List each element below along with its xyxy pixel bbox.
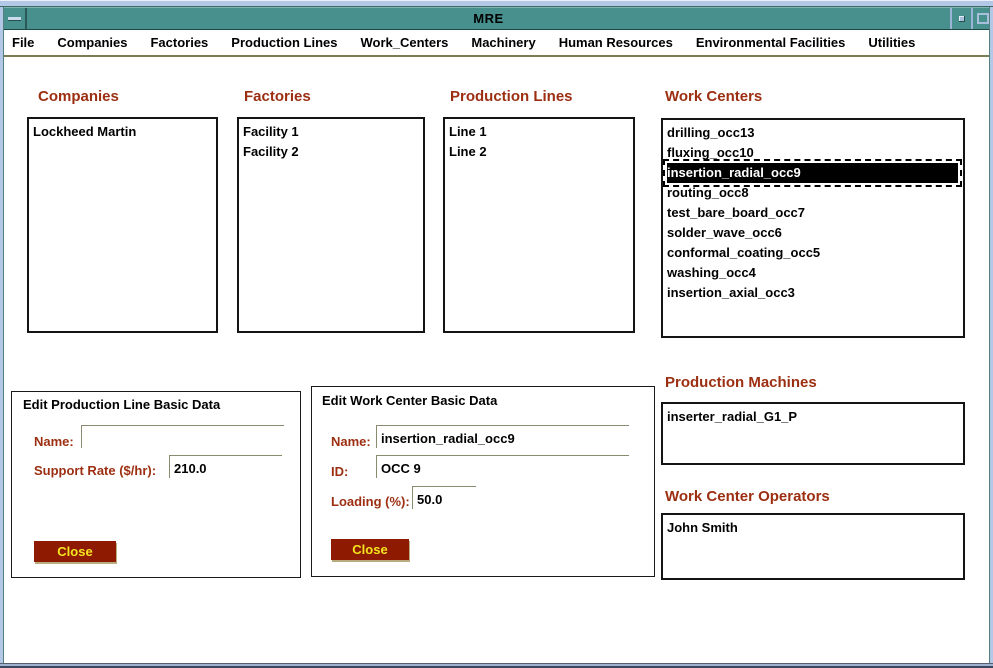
work-centers-list-item[interactable]: insertion_radial_occ9 [667,163,958,183]
factories-list: Facility 1Facility 2 [237,117,425,333]
menu-item[interactable]: Human Resources [559,35,673,50]
window-frame-right [989,7,993,663]
pl-name-input[interactable] [81,425,284,448]
main-content: Companies Factories Production Lines Wor… [4,57,989,663]
minimize-icon [959,16,965,22]
production-lines-list: Line 1Line 2 [443,117,635,333]
work-centers-list-item[interactable]: fluxing_occ10 [667,143,958,163]
work-center-operators-list: John Smith [661,513,965,580]
window-frame-bottom [0,663,993,668]
factories-list-item[interactable]: Facility 2 [243,142,418,162]
work-centers-list-item[interactable]: conformal_coating_occ5 [667,243,958,263]
companies-header: Companies [38,88,119,105]
work-centers-list-item[interactable]: routing_occ8 [667,183,958,203]
wc-name-label: Name: [331,434,371,449]
minimize-button[interactable] [950,8,971,29]
work-centers-list-item[interactable]: test_bare_board_occ7 [667,203,958,223]
production-machines-list: inserter_radial_G1_P [661,402,965,465]
window-menu-button[interactable] [4,8,27,29]
title-bar[interactable]: MRE [4,7,989,30]
menu-item[interactable]: Utilities [868,35,915,50]
work-centers-list-item[interactable]: solder_wave_occ6 [667,223,958,243]
work-centers-list: drilling_occ13fluxing_occ10insertion_rad… [661,118,965,338]
maximize-icon [977,13,989,24]
wc-id-input[interactable] [376,455,629,478]
pl-close-button[interactable]: Close [34,541,116,562]
edit-production-line-title: Edit Production Line Basic Data [23,397,220,412]
wc-close-button[interactable]: Close [331,539,409,560]
pl-name-label: Name: [34,434,74,449]
work-centers-list-item[interactable]: washing_occ4 [667,263,958,283]
wc-loading-input[interactable] [412,486,476,509]
work-centers-list-item[interactable]: drilling_occ13 [667,123,958,143]
edit-production-line-panel: Edit Production Line Basic Data Name: Su… [11,391,301,578]
wc-loading-label: Loading (%): [331,494,410,509]
companies-list: Lockheed Martin [27,117,218,333]
production-machines-list-item[interactable]: inserter_radial_G1_P [667,407,958,427]
menu-item[interactable]: Production Lines [231,35,337,50]
pl-support-rate-input[interactable] [169,455,282,478]
work-centers-header: Work Centers [665,88,762,105]
window-title: MRE [27,8,950,29]
application-window: MRE File Companies Factories Production Lin… [0,0,993,668]
work-center-operators-header: Work Center Operators [665,488,830,505]
production-machines-header: Production Machines [665,374,817,391]
production-lines-list-item[interactable]: Line 1 [449,122,628,142]
menu-item[interactable]: File [12,35,34,50]
menu-item[interactable]: Work_Centers [360,35,448,50]
wc-id-label: ID: [331,464,348,479]
work-centers-list-item[interactable]: insertion_axial_occ3 [667,283,958,303]
edit-work-center-title: Edit Work Center Basic Data [322,393,497,408]
menu-item[interactable]: Factories [150,35,208,50]
window-frame-top [0,0,993,7]
maximize-button[interactable] [971,8,989,29]
factories-list-item[interactable]: Facility 1 [243,122,418,142]
window-menu-dash-icon [8,17,21,20]
companies-list-item[interactable]: Lockheed Martin [33,122,211,142]
production-lines-header: Production Lines [450,88,573,105]
menu-item[interactable]: Machinery [471,35,535,50]
edit-work-center-panel: Edit Work Center Basic Data Name: ID: Lo… [311,386,655,577]
wc-name-input[interactable] [376,425,629,448]
pl-support-rate-label: Support Rate ($/hr): [34,463,156,478]
menu-item[interactable]: Environmental Facilities [696,35,846,50]
menu-bar: File Companies Factories Production Lines Wo… [4,30,989,57]
production-lines-list-item[interactable]: Line 2 [449,142,628,162]
factories-header: Factories [244,88,311,105]
work-center-operators-list-item[interactable]: John Smith [667,518,958,538]
menu-item[interactable]: Companies [57,35,127,50]
